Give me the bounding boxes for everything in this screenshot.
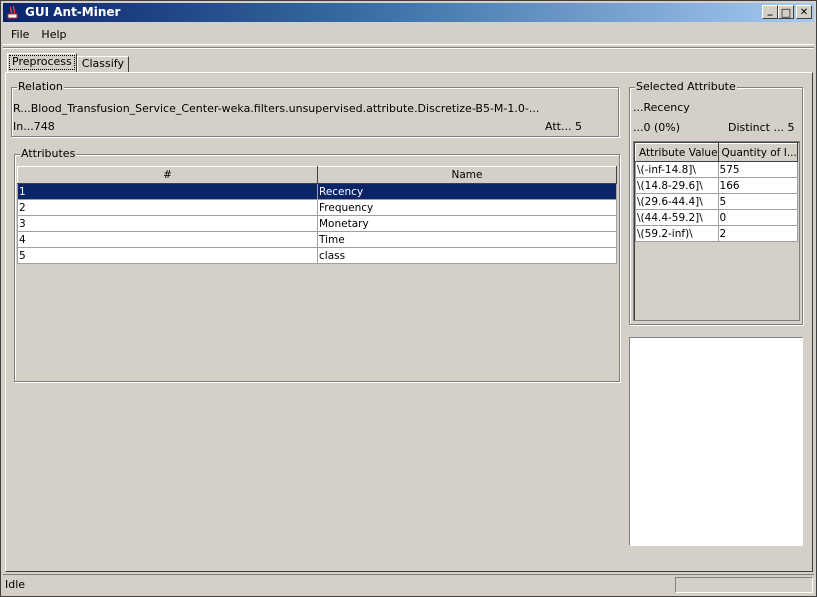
- title-bar[interactable]: GUI Ant-Miner _ □ ✕: [3, 3, 814, 22]
- instances-count: In...748: [13, 120, 55, 133]
- attributes-table-header: # Name: [17, 166, 617, 184]
- tab-strip: Preprocess Classify: [7, 53, 129, 73]
- quantity-cell: 166: [717, 177, 799, 194]
- value-cell: \(14.8-29.6]\: [635, 177, 719, 194]
- table-row[interactable]: 3 Monetary: [17, 215, 617, 232]
- window-title: GUI Ant-Miner: [25, 5, 121, 19]
- relation-name: R...Blood_Transfusion_Service_Center-wek…: [13, 102, 540, 115]
- tab-preprocess[interactable]: Preprocess: [7, 53, 77, 72]
- column-header-quantity[interactable]: Quantity of I...: [717, 143, 799, 162]
- table-row[interactable]: 1 Recency: [17, 183, 617, 200]
- row-name: Frequency: [317, 199, 617, 216]
- minimize-icon: _: [767, 4, 773, 16]
- row-name: Time: [317, 231, 617, 248]
- window-controls: _ □ ✕: [762, 5, 812, 19]
- column-header-number[interactable]: #: [17, 166, 318, 184]
- table-row[interactable]: 2 Frequency: [17, 199, 617, 216]
- attributes-count: Att... 5: [545, 120, 582, 133]
- values-table-header: Attribute Value Quantity of I...: [635, 143, 799, 162]
- values-table: Attribute Value Quantity of I... \(-inf-…: [635, 143, 799, 242]
- menu-separator: [3, 47, 814, 49]
- table-row[interactable]: 4 Time: [17, 231, 617, 248]
- menu-file[interactable]: File: [5, 25, 35, 45]
- column-header-attribute-value[interactable]: Attribute Value: [635, 143, 719, 162]
- row-name: class: [317, 247, 617, 264]
- table-row[interactable]: \(44.4-59.2]\ 0: [635, 209, 799, 226]
- row-number: 1: [17, 183, 318, 200]
- attributes-legend: Attributes: [20, 147, 77, 161]
- status-text: Idle: [5, 578, 26, 591]
- relation-legend: Relation: [17, 80, 64, 94]
- tab-classify[interactable]: Classify: [76, 56, 129, 72]
- quantity-cell: 0: [717, 209, 799, 226]
- app-window: GUI Ant-Miner _ □ ✕ File Help Preprocess…: [0, 0, 817, 597]
- maximize-button[interactable]: □: [778, 5, 794, 19]
- maximize-icon: □: [780, 5, 792, 19]
- close-button[interactable]: ✕: [796, 5, 812, 19]
- selected-attribute-legend: Selected Attribute: [635, 80, 737, 94]
- row-number: 5: [17, 247, 318, 264]
- missing-count: ...0 (0%): [633, 121, 681, 134]
- value-cell: \(59.2-inf)\: [635, 225, 719, 242]
- minimize-button[interactable]: _: [762, 5, 778, 19]
- row-number: 3: [17, 215, 318, 232]
- table-row[interactable]: \(59.2-inf)\ 2: [635, 225, 799, 242]
- row-name: Recency: [317, 183, 617, 200]
- quantity-cell: 2: [717, 225, 799, 242]
- table-row[interactable]: \(-inf-14.8]\ 575: [635, 161, 799, 178]
- value-cell: \(-inf-14.8]\: [635, 161, 719, 178]
- menu-help[interactable]: Help: [35, 25, 72, 45]
- quantity-cell: 575: [717, 161, 799, 178]
- value-cell: \(29.6-44.4]\: [635, 193, 719, 210]
- table-row[interactable]: 5 class: [17, 247, 617, 264]
- java-icon: [5, 5, 21, 21]
- attributes-table: # Name 1 Recency 2 Frequency 3 Monetary …: [17, 166, 617, 264]
- quantity-cell: 5: [717, 193, 799, 210]
- row-number: 2: [17, 199, 318, 216]
- table-row[interactable]: \(29.6-44.4]\ 5: [635, 193, 799, 210]
- attribute-visualization-panel: [629, 337, 803, 546]
- close-icon: ✕: [799, 6, 809, 18]
- status-progress-area: [675, 577, 813, 593]
- table-row[interactable]: \(14.8-29.6]\ 166: [635, 177, 799, 194]
- selected-attribute-name: ...Recency: [633, 101, 690, 114]
- row-name: Monetary: [317, 215, 617, 232]
- distinct-count: Distinct ... 5: [728, 121, 795, 134]
- value-cell: \(44.4-59.2]\: [635, 209, 719, 226]
- menu-bar: File Help: [3, 25, 814, 45]
- column-header-name[interactable]: Name: [317, 166, 617, 184]
- status-bar: Idle: [3, 574, 814, 594]
- row-number: 4: [17, 231, 318, 248]
